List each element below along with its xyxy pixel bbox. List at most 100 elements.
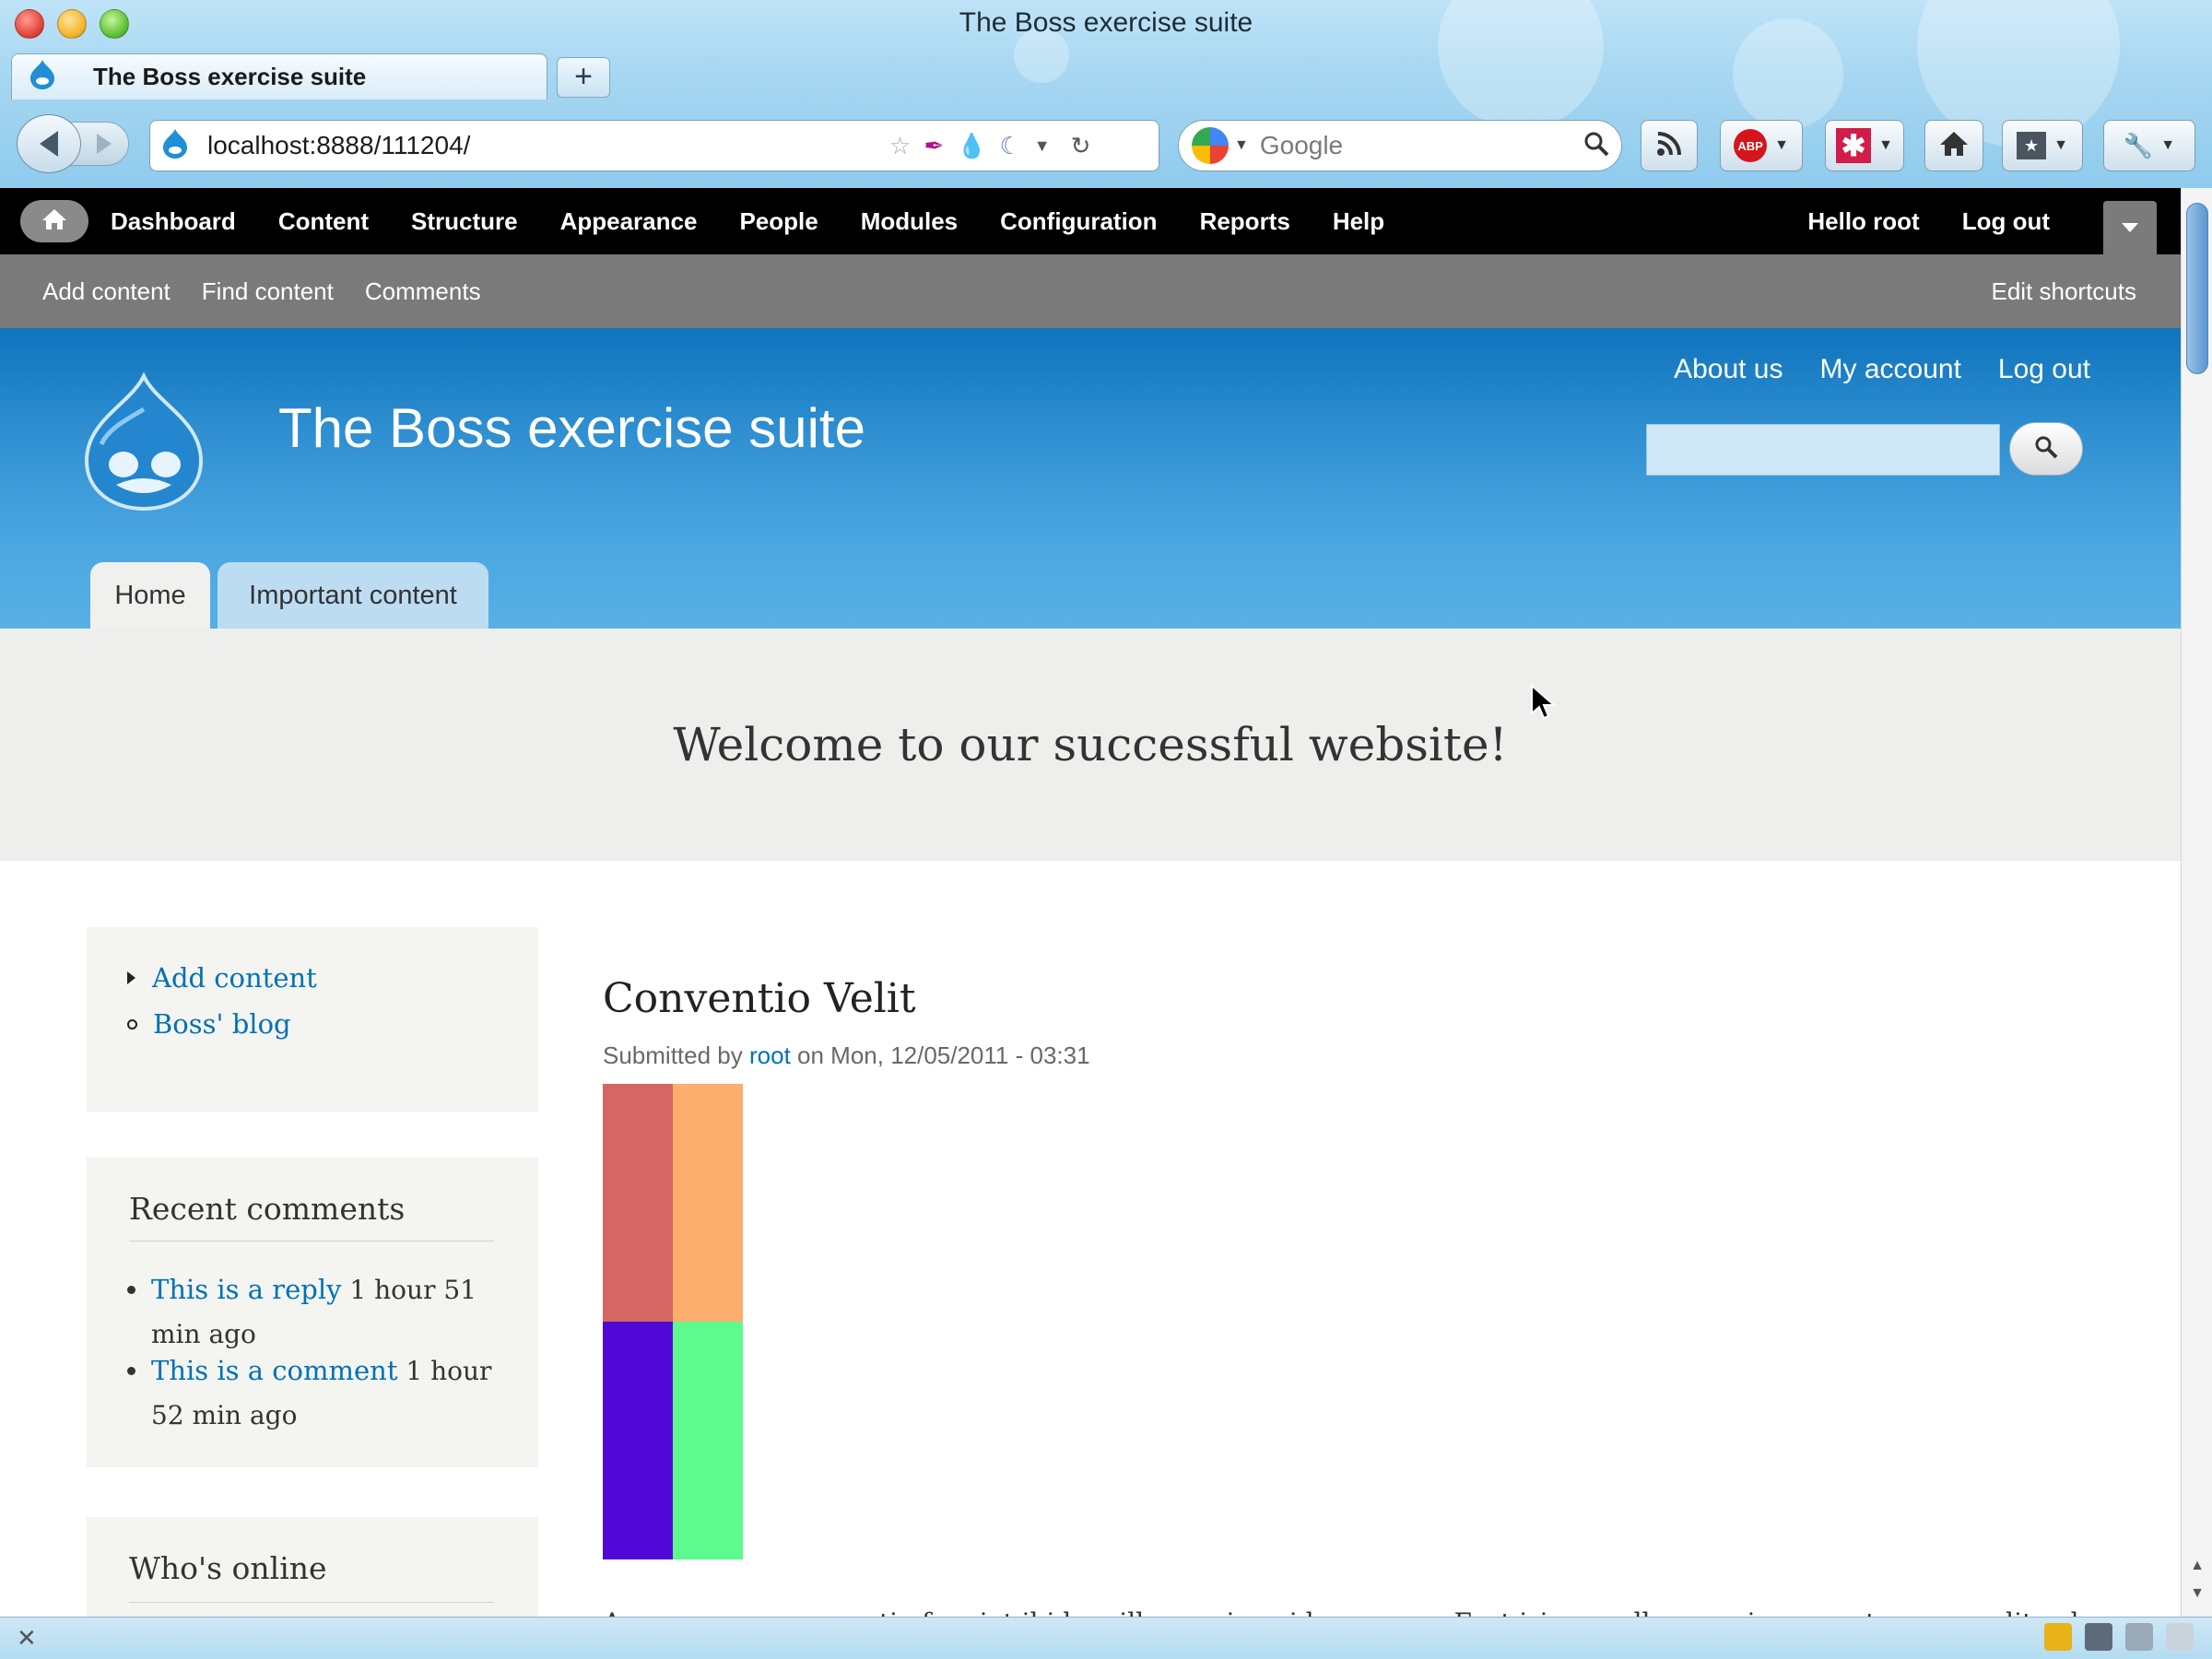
shortcut-comments[interactable]: Comments [365,277,481,306]
recent-comment-item: This is a comment 1 hour 52 min ago [127,1351,496,1440]
browser-tab[interactable]: The Boss exercise suite [11,53,547,100]
extension-button[interactable]: ✱ ▼ [1825,120,1904,171]
about-us-link[interactable]: About us [1674,354,1783,385]
admin-logout-link[interactable]: Log out [1962,207,2050,236]
admin-home-button[interactable] [20,200,88,242]
secondary-menu: About us My account Log out [1674,354,2090,385]
admin-menu-reports[interactable]: Reports [1200,207,1290,236]
bookmarks-menu-button[interactable]: ★ ▼ [2002,120,2083,171]
back-button[interactable] [17,114,81,173]
nav-link-boss-blog[interactable]: Boss' blog [153,1008,291,1040]
logout-link[interactable]: Log out [1998,354,2090,385]
admin-menu-people[interactable]: People [739,207,818,236]
featured-region: Welcome to our successful website! [0,629,2181,861]
drupal-favicon-icon [161,128,189,164]
recent-comment-item: This is a reply 1 hour 51 min ago [127,1270,496,1359]
tab-important-content[interactable]: Important content [218,562,488,629]
grid-icon[interactable] [2125,1623,2153,1651]
shortcuts-drawer-toggle[interactable] [2103,201,2157,254]
bookmark-star-icon[interactable]: ☆ [889,132,911,160]
tab-home[interactable]: Home [90,562,210,629]
feather-icon[interactable]: ✒ [924,132,944,160]
comment-link[interactable]: This is a reply [151,1274,342,1305]
search-icon[interactable] [1583,130,1610,162]
node-title[interactable]: Conventio Velit [603,975,916,1022]
admin-menu-dashboard[interactable]: Dashboard [111,207,236,236]
tools-menu-button[interactable]: 🔧 ▼ [2103,120,2195,171]
image-tile [673,1322,743,1559]
nav-link-add-content[interactable]: Add content [152,962,317,994]
status-icons [2044,1623,2194,1651]
site-header: The Boss exercise suite About us My acco… [0,328,2181,629]
author-link[interactable]: root [749,1041,791,1069]
browser-chrome: The Boss exercise suite The Boss exercis… [0,0,2212,188]
vertical-scrollbar[interactable]: ▲ ▼ [2181,188,2212,1617]
wrench-icon: 🔧 [2123,131,2154,159]
image-tile [603,1084,673,1322]
adblock-button[interactable]: ABP ▼ [1720,120,1803,171]
hello-username[interactable]: root [1873,207,1920,235]
admin-menu-content[interactable]: Content [278,207,369,236]
mouse-cursor [1530,683,1558,725]
chevron-down-icon[interactable]: ▼ [1234,137,1249,154]
browser-tab-title: The Boss exercise suite [93,63,367,90]
site-name[interactable]: The Boss exercise suite [278,396,865,460]
admin-menu-appearance[interactable]: Appearance [560,207,698,236]
back-arrow-icon [40,131,58,157]
node-image [603,1084,743,1559]
nav-item-add-content[interactable]: Add content [127,962,317,994]
chevron-down-icon[interactable]: ▼ [1034,136,1051,156]
admin-menu-modules[interactable]: Modules [861,207,958,236]
site-search-input[interactable] [1646,424,2000,476]
bullet-icon [127,1286,135,1294]
admin-menu-structure[interactable]: Structure [411,207,518,236]
shortcut-add-content[interactable]: Add content [42,277,171,306]
whos-online-title: Who's online [129,1550,327,1586]
submitted-date: on Mon, 12/05/2011 - 03:31 [790,1041,1090,1069]
site-search-button[interactable] [2009,422,2083,476]
home-button[interactable] [1924,120,1983,171]
shortcut-find-content[interactable]: Find content [202,277,334,306]
close-icon[interactable]: ✕ [17,1624,37,1653]
adblock-icon: ABP [1734,129,1768,162]
layout-icon[interactable] [2085,1623,2112,1651]
browser-search-input[interactable] [1259,131,1573,160]
my-account-link[interactable]: My account [1820,354,1961,385]
bullet-icon [127,1367,135,1375]
browser-search-bar[interactable]: ▼ [1178,120,1622,171]
recent-comments-title: Recent comments [129,1191,406,1227]
hello-prefix: Hello [1807,206,1874,235]
asterisk-icon: ✱ [1836,128,1872,163]
search-icon [2033,434,2059,465]
scroll-thumb[interactable] [2186,203,2208,374]
image-tile [603,1322,673,1559]
admin-toolbar: Dashboard Content Structure Appearance P… [0,188,2181,254]
edit-shortcuts-link[interactable]: Edit shortcuts [1991,277,2136,306]
mail-icon[interactable] [2166,1623,2194,1651]
reload-icon[interactable]: ↻ [1071,132,1091,160]
new-tab-button[interactable]: + [557,57,610,98]
featured-message: Welcome to our successful website! [673,718,1508,771]
drupal-logo[interactable] [81,371,206,515]
status-bar: ✕ [0,1617,2212,1659]
admin-menu-configuration[interactable]: Configuration [1000,207,1157,236]
rss-icon [1655,130,1683,162]
google-engine-icon[interactable] [1192,127,1229,164]
security-icon[interactable] [2044,1623,2072,1651]
url-bar[interactable]: ☆ ✒ 💧 ☾ ▼ ↻ [149,120,1159,171]
admin-menu-help[interactable]: Help [1333,207,1384,236]
comment-link[interactable]: This is a comment [151,1355,397,1386]
drupal-drop-icon[interactable]: 💧 [957,132,986,160]
nav-item-boss-blog[interactable]: Boss' blog [127,1008,291,1040]
scroll-down-icon[interactable]: ▼ [2182,1585,2212,1602]
drupal-favicon-icon [29,59,56,95]
scroll-up-icon[interactable]: ▲ [2182,1558,2212,1574]
submitted-info: Submitted by root on Mon, 12/05/2011 - 0… [603,1041,1090,1070]
moon-icon[interactable]: ☾ [999,132,1020,160]
main-content: Add content Boss' blog Recent comments T… [0,861,2181,1646]
expand-arrow-icon [127,971,135,984]
rss-button[interactable] [1641,120,1698,171]
url-input[interactable] [207,131,871,160]
chevron-down-icon [2122,223,2138,232]
window-title: The Boss exercise suite [959,7,1253,38]
